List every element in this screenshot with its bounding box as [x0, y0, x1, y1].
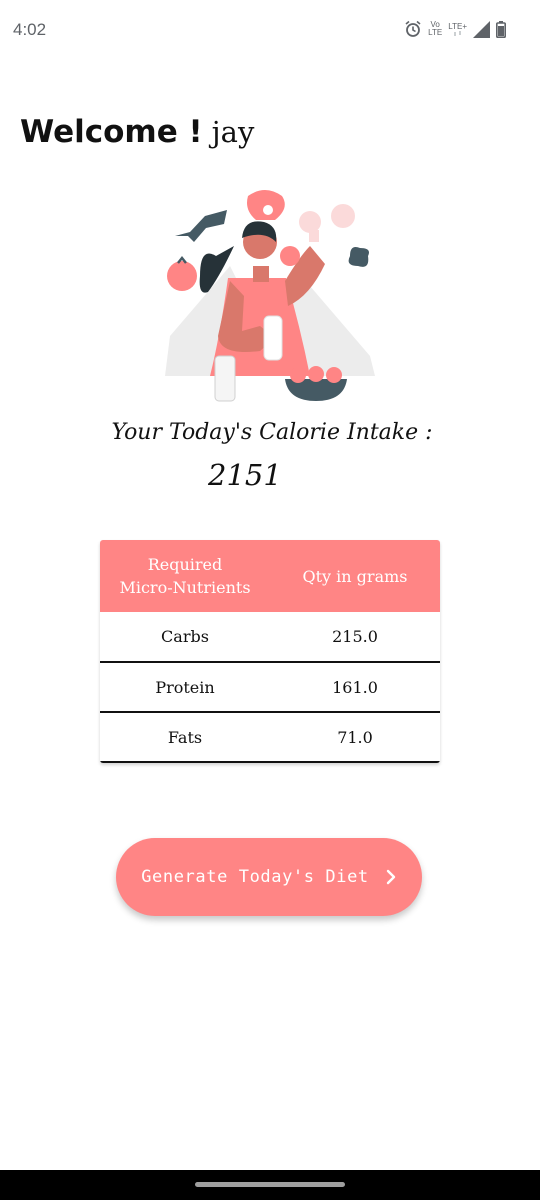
- nutrient-qty: 215.0: [332, 627, 378, 646]
- battery-icon: [496, 20, 506, 38]
- nutrient-name: Fats: [100, 711, 270, 763]
- calorie-intake-label: Your Today's Calorie Intake :: [111, 420, 433, 445]
- signal-icon: [473, 20, 490, 38]
- column-header-qty: Qty in grams: [302, 566, 408, 586]
- table-row: Carbs 215.0: [100, 612, 440, 662]
- data-activity-icon: [454, 30, 461, 36]
- chevron-right-icon: [386, 869, 395, 885]
- status-bar: 4:02 Vo LTE LTE+: [0, 0, 540, 64]
- nutrient-table: Required Micro-Nutrients Qty in grams Ca…: [100, 540, 440, 763]
- nutrient-name: Carbs: [161, 627, 209, 646]
- status-time: 4:02: [13, 20, 47, 39]
- calorie-intake-value: 2151: [208, 458, 282, 492]
- user-name: jay: [211, 115, 255, 149]
- network-type-label: LTE+: [448, 21, 467, 31]
- network-indicator: LTE+: [448, 21, 467, 36]
- welcome-label: Welcome !: [20, 114, 203, 150]
- table-header-row: Required Micro-Nutrients Qty in grams: [100, 540, 440, 612]
- home-gesture-handle[interactable]: [195, 1182, 345, 1187]
- nutrient-qty: 161.0: [270, 661, 440, 712]
- navigation-bar: [0, 1170, 540, 1200]
- table-row: Protein 161.0: [100, 661, 440, 712]
- generate-diet-label: Generate Today's Diet: [141, 867, 369, 887]
- volte-bottom-label: LTE: [428, 28, 443, 37]
- column-header-nutrients: Required Micro-Nutrients: [100, 540, 270, 612]
- column-header-nutrients-text: Required Micro-Nutrients: [119, 555, 251, 597]
- welcome-heading: Welcome ! jay: [20, 114, 254, 150]
- status-icons: Vo LTE LTE+: [404, 20, 506, 38]
- nutrient-qty: 71.0: [270, 711, 440, 763]
- nutrient-name: Protein: [100, 661, 270, 712]
- alarm-icon: [405, 20, 421, 37]
- table-row: Fats 71.0: [100, 711, 440, 763]
- generate-diet-button[interactable]: Generate Today's Diet: [116, 838, 422, 916]
- volte-icon: Vo LTE: [428, 21, 442, 37]
- chef-with-food-icon: [165, 190, 375, 402]
